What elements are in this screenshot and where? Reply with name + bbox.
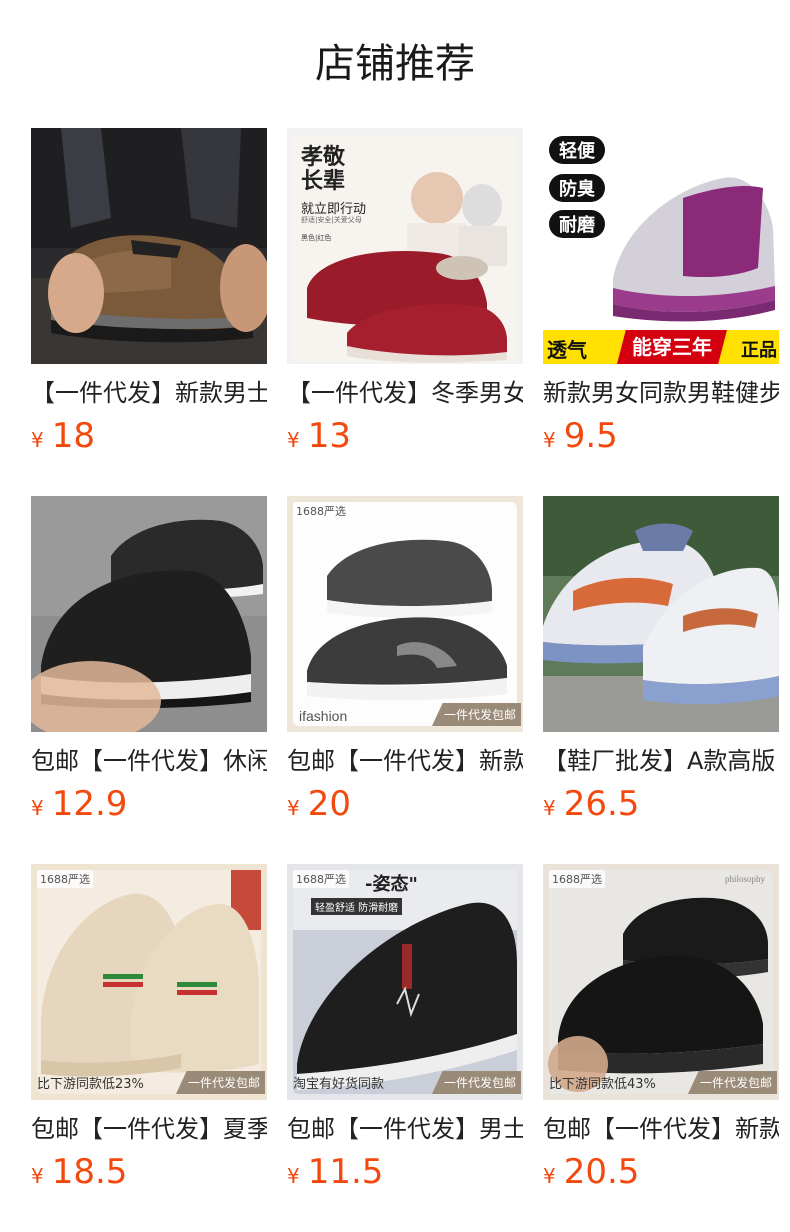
dropship-tag: 一件代发包邮	[431, 1071, 521, 1094]
product-card[interactable]: 【鞋厂批发】A款高版 ¥26.5	[543, 496, 779, 864]
banner-breathable: 透气	[547, 338, 587, 362]
product-card[interactable]: 1688严选 ifashion 一件代发包邮 包邮【一件代发】新款 ¥20	[287, 496, 523, 864]
product-card[interactable]: 1688严选 philosophy 比下游同款低43% 一件代发包邮 包邮【一件…	[543, 864, 779, 1232]
black-knit-sneaker-image[interactable]	[31, 496, 267, 732]
selected-tag: 1688严选	[37, 870, 93, 888]
black-mesh-sneaker-image[interactable]: 1688严选 philosophy 比下游同款低43% 一件代发包邮	[543, 864, 779, 1100]
brown-leather-shoe-image[interactable]	[31, 128, 267, 364]
product-grid: 【一件代发】新款男士 ¥18 孝敬 长辈 就立即行动 舒适|安全|关爱父母 黑色…	[31, 128, 781, 1232]
product-name[interactable]: 包邮【一件代发】男士	[287, 1112, 523, 1146]
feature-badge-durable: 耐磨	[549, 210, 605, 238]
promo-banner: 透气 能穿三年 正品	[543, 330, 779, 364]
product-card[interactable]: 孝敬 长辈 就立即行动 舒适|安全|关爱父母 黑色|红色 【一件代发】冬季男女 …	[287, 128, 523, 496]
product-price: ¥9.5	[543, 414, 779, 458]
purple-knit-sneaker-image[interactable]: 轻便 防臭 耐磨 透气 能穿三年 正品	[543, 128, 779, 364]
price-value: 12.9	[51, 784, 128, 824]
white-grey-running-shoe-image[interactable]	[543, 496, 779, 732]
product-price: ¥20.5	[543, 1150, 779, 1194]
currency-symbol: ¥	[287, 428, 300, 452]
beige-knit-sneaker-image[interactable]: 1688严选 比下游同款低23% 一件代发包邮	[31, 864, 267, 1100]
price-value: 18.5	[51, 1152, 128, 1192]
currency-symbol: ¥	[287, 1164, 300, 1188]
price-compare-tag: 比下游同款低43%	[549, 1077, 656, 1092]
selected-tag: 1688严选	[293, 502, 349, 520]
currency-symbol: ¥	[31, 1164, 44, 1188]
product-card[interactable]: 1688严选 比下游同款低23% 一件代发包邮 包邮【一件代发】夏季 ¥18.5	[31, 864, 267, 1232]
promo-line2: 长辈	[301, 169, 346, 194]
currency-symbol: ¥	[543, 796, 556, 820]
black-canvas-slip-on-image[interactable]: 1688严选 -姿态" 轻盈舒适 防滑耐磨 淘宝有好货同款 一件代发包邮	[287, 864, 523, 1100]
promo-line5: 黑色|红色	[301, 234, 332, 242]
product-price: ¥13	[287, 414, 523, 458]
dropship-tag: 一件代发包邮	[175, 1071, 265, 1094]
dropship-tag: 一件代发包邮	[687, 1071, 777, 1094]
price-value: 13	[307, 416, 351, 456]
product-name[interactable]: 包邮【一件代发】新款	[543, 1112, 779, 1146]
product-name[interactable]: 【鞋厂批发】A款高版	[543, 744, 779, 778]
taobao-tag: 淘宝有好货同款	[293, 1077, 385, 1092]
price-value: 11.5	[307, 1152, 384, 1192]
price-value: 18	[51, 416, 95, 456]
currency-symbol: ¥	[31, 796, 44, 820]
price-value: 9.5	[563, 416, 618, 456]
store-recommend-page: 店铺推荐 【一件代发】新款男士 ¥ 18 孝敬 长辈 就立即行动 舒适|安全|关…	[0, 0, 790, 1232]
selected-tag: 1688严选	[293, 870, 349, 888]
product-card[interactable]: 1688严选 -姿态" 轻盈舒适 防滑耐磨 淘宝有好货同款 一件代发包邮 包邮【…	[287, 864, 523, 1232]
grey-running-shoe-image[interactable]: 1688严选 ifashion 一件代发包邮	[287, 496, 523, 732]
product-price: ¥20	[287, 782, 523, 826]
product-name[interactable]: 【一件代发】新款男士	[31, 376, 267, 410]
promo-comfort: 轻盈舒适 防滑耐磨	[311, 898, 403, 915]
product-name[interactable]: 新款男女同款男鞋健步	[543, 376, 779, 410]
promo-posture: -姿态"	[365, 874, 418, 895]
brand-watermark: philosophy	[724, 874, 765, 884]
product-name[interactable]: 包邮【一件代发】新款	[287, 744, 523, 778]
selected-tag: 1688严选	[549, 870, 605, 888]
banner-genuine: 正品	[741, 340, 777, 361]
product-price: ¥18.5	[31, 1150, 267, 1194]
currency-symbol: ¥	[31, 428, 44, 452]
promo-line4: 舒适|安全|关爱父母	[301, 216, 362, 224]
promo-line1: 孝敬	[301, 145, 346, 170]
brand-tag: ifashion	[299, 708, 348, 724]
product-price: ¥18	[31, 414, 267, 458]
currency-symbol: ¥	[543, 1164, 556, 1188]
dropship-tag: 一件代发包邮	[431, 703, 521, 726]
red-winter-shoe-image[interactable]: 孝敬 长辈 就立即行动 舒适|安全|关爱父母 黑色|红色	[287, 128, 523, 364]
page-title: 店铺推荐	[315, 41, 475, 87]
product-name[interactable]: 包邮【一件代发】休闲	[31, 744, 267, 778]
currency-symbol: ¥	[287, 796, 300, 820]
product-card[interactable]: 【一件代发】新款男士 ¥18	[31, 128, 267, 496]
price-value: 26.5	[563, 784, 640, 824]
price-compare-tag: 比下游同款低23%	[37, 1077, 144, 1092]
product-name[interactable]: 包邮【一件代发】夏季	[31, 1112, 267, 1146]
price-value: 20	[307, 784, 351, 824]
product-price: ¥12.9	[31, 782, 267, 826]
product-price: ¥11.5	[287, 1150, 523, 1194]
price-value: 20.5	[563, 1152, 640, 1192]
banner-three-years: 能穿三年	[617, 330, 727, 364]
product-price: ¥26.5	[543, 782, 779, 826]
product-card[interactable]: 轻便 防臭 耐磨 透气 能穿三年 正品 新款男女同款男鞋健步 ¥9.5	[543, 128, 779, 496]
feature-badge-deodorize: 防臭	[549, 174, 605, 202]
product-name[interactable]: 【一件代发】冬季男女	[287, 376, 523, 410]
product-card[interactable]: 包邮【一件代发】休闲 ¥12.9	[31, 496, 267, 864]
currency-symbol: ¥	[543, 428, 556, 452]
feature-badge-light: 轻便	[549, 136, 605, 164]
